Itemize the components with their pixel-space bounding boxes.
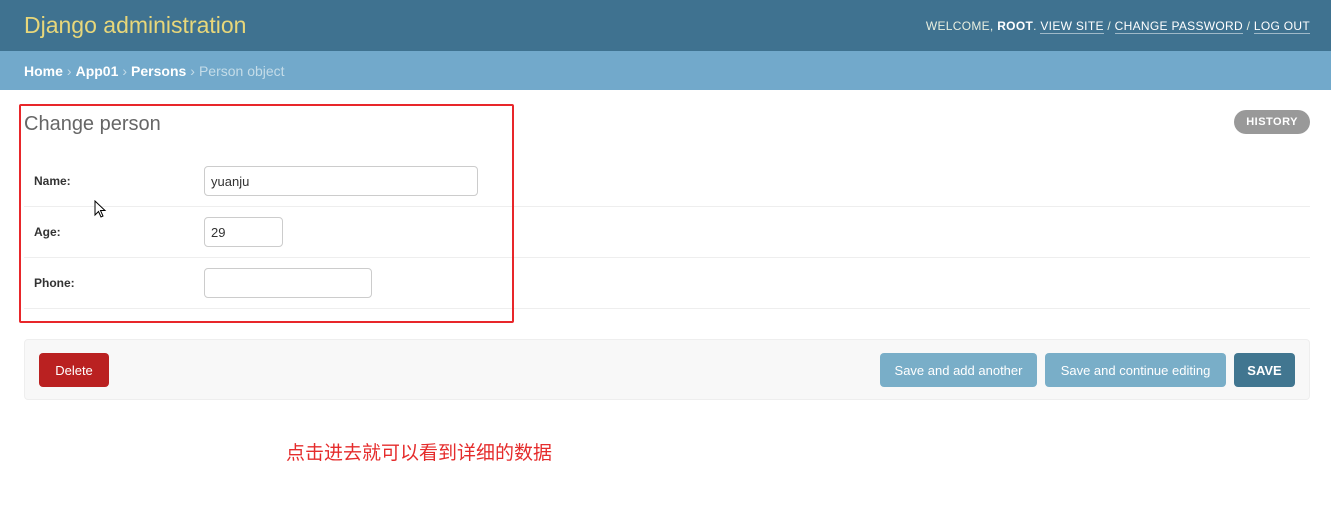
delete-button[interactable]: Delete (39, 353, 109, 387)
save-button[interactable]: SAVE (1234, 353, 1295, 387)
annotation-text: 点击进去就可以看到详细的数据 (286, 443, 553, 464)
save-and-add-another-button[interactable]: Save and add another (880, 353, 1037, 387)
user-tools: Welcome, root. View site / Change passwo… (925, 18, 1310, 34)
separator: › (122, 62, 128, 79)
separator: › (66, 62, 72, 79)
save-and-continue-button[interactable]: Save and continue editing (1045, 353, 1226, 387)
separator: › (190, 62, 195, 79)
username: root (997, 18, 1034, 33)
separator: / (1107, 18, 1112, 33)
log-out-link[interactable]: Log out (1253, 18, 1310, 34)
separator: / (1246, 18, 1251, 33)
history-button[interactable]: HISTORY (1234, 110, 1310, 134)
view-site-link[interactable]: View site (1040, 18, 1104, 34)
breadcrumb-home[interactable]: Home (24, 63, 63, 79)
site-title[interactable]: Django administration (24, 12, 246, 39)
change-password-link[interactable]: Change password (1114, 18, 1243, 34)
welcome-text: Welcome, (925, 18, 994, 33)
breadcrumb-app[interactable]: App01 (76, 63, 119, 79)
submit-row: Delete Save and add another Save and con… (24, 339, 1310, 400)
header: Django administration Welcome, root. Vie… (0, 0, 1331, 51)
breadcrumb-model[interactable]: Persons (131, 63, 186, 79)
breadcrumb-current: Person object (198, 62, 285, 79)
mouse-cursor-icon (94, 200, 107, 218)
breadcrumb: Home › App01 › Persons › Person object (0, 51, 1331, 90)
